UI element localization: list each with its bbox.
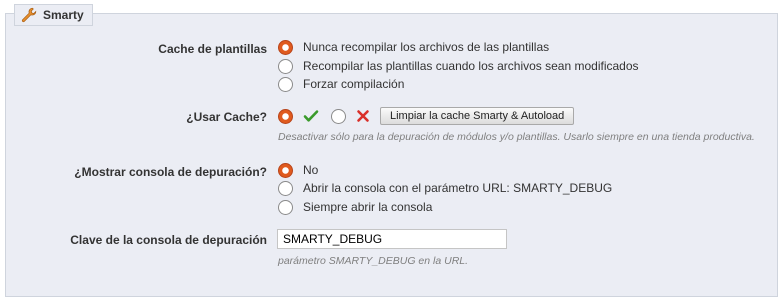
radio-cache-yes[interactable] [278, 108, 293, 124]
debug-option-no[interactable]: No [278, 161, 318, 179]
radio-label: Forzar compilación [303, 77, 405, 91]
use-cache-controls: Limpiar la cache Smarty & Autoload [278, 107, 575, 125]
radio-force-compile[interactable] [278, 76, 293, 92]
panel-title: Smarty [43, 8, 84, 22]
radio-cache-no[interactable] [331, 108, 346, 124]
radio-debug-no[interactable] [278, 162, 293, 178]
radio-never-recompile[interactable] [278, 39, 293, 55]
radio-label: Siempre abrir la consola [303, 200, 433, 214]
cache-option-never[interactable]: Nunca recompilar los archivos de las pla… [278, 38, 549, 56]
radio-recompile-modified[interactable] [278, 58, 293, 74]
wrench-icon [21, 7, 37, 23]
debug-key-input[interactable] [277, 229, 507, 249]
radio-label: No [303, 163, 319, 177]
clear-cache-button[interactable]: Limpiar la cache Smarty & Autoload [380, 107, 575, 125]
debug-console-label: ¿Mostrar consola de depuración? [74, 165, 267, 179]
radio-label: Abrir la consola con el parámetro URL: S… [303, 181, 613, 195]
radio-debug-always[interactable] [278, 199, 293, 215]
cross-icon [356, 109, 370, 123]
use-cache-hint: Desactivar sólo para la depuración de mó… [278, 131, 755, 143]
debug-option-always[interactable]: Siempre abrir la consola [278, 198, 432, 216]
debug-key-label: Clave de la consola de depuración [70, 233, 267, 247]
radio-label: Nunca recompilar los archivos de las pla… [303, 40, 550, 54]
check-icon [303, 108, 319, 124]
cache-option-recompile-modified[interactable]: Recompilar las plantillas cuando los arc… [278, 57, 639, 75]
use-cache-label: ¿Usar Cache? [186, 110, 267, 124]
debug-option-url[interactable]: Abrir la consola con el parámetro URL: S… [278, 179, 612, 197]
radio-label: Recompilar las plantillas cuando los arc… [303, 59, 639, 73]
radio-debug-url[interactable] [278, 180, 293, 196]
panel-legend: Smarty [14, 4, 93, 26]
cache-option-force[interactable]: Forzar compilación [278, 75, 404, 93]
debug-key-hint: parámetro SMARTY_DEBUG en la URL. [278, 255, 469, 267]
cache-templates-label: Cache de plantillas [158, 42, 267, 56]
